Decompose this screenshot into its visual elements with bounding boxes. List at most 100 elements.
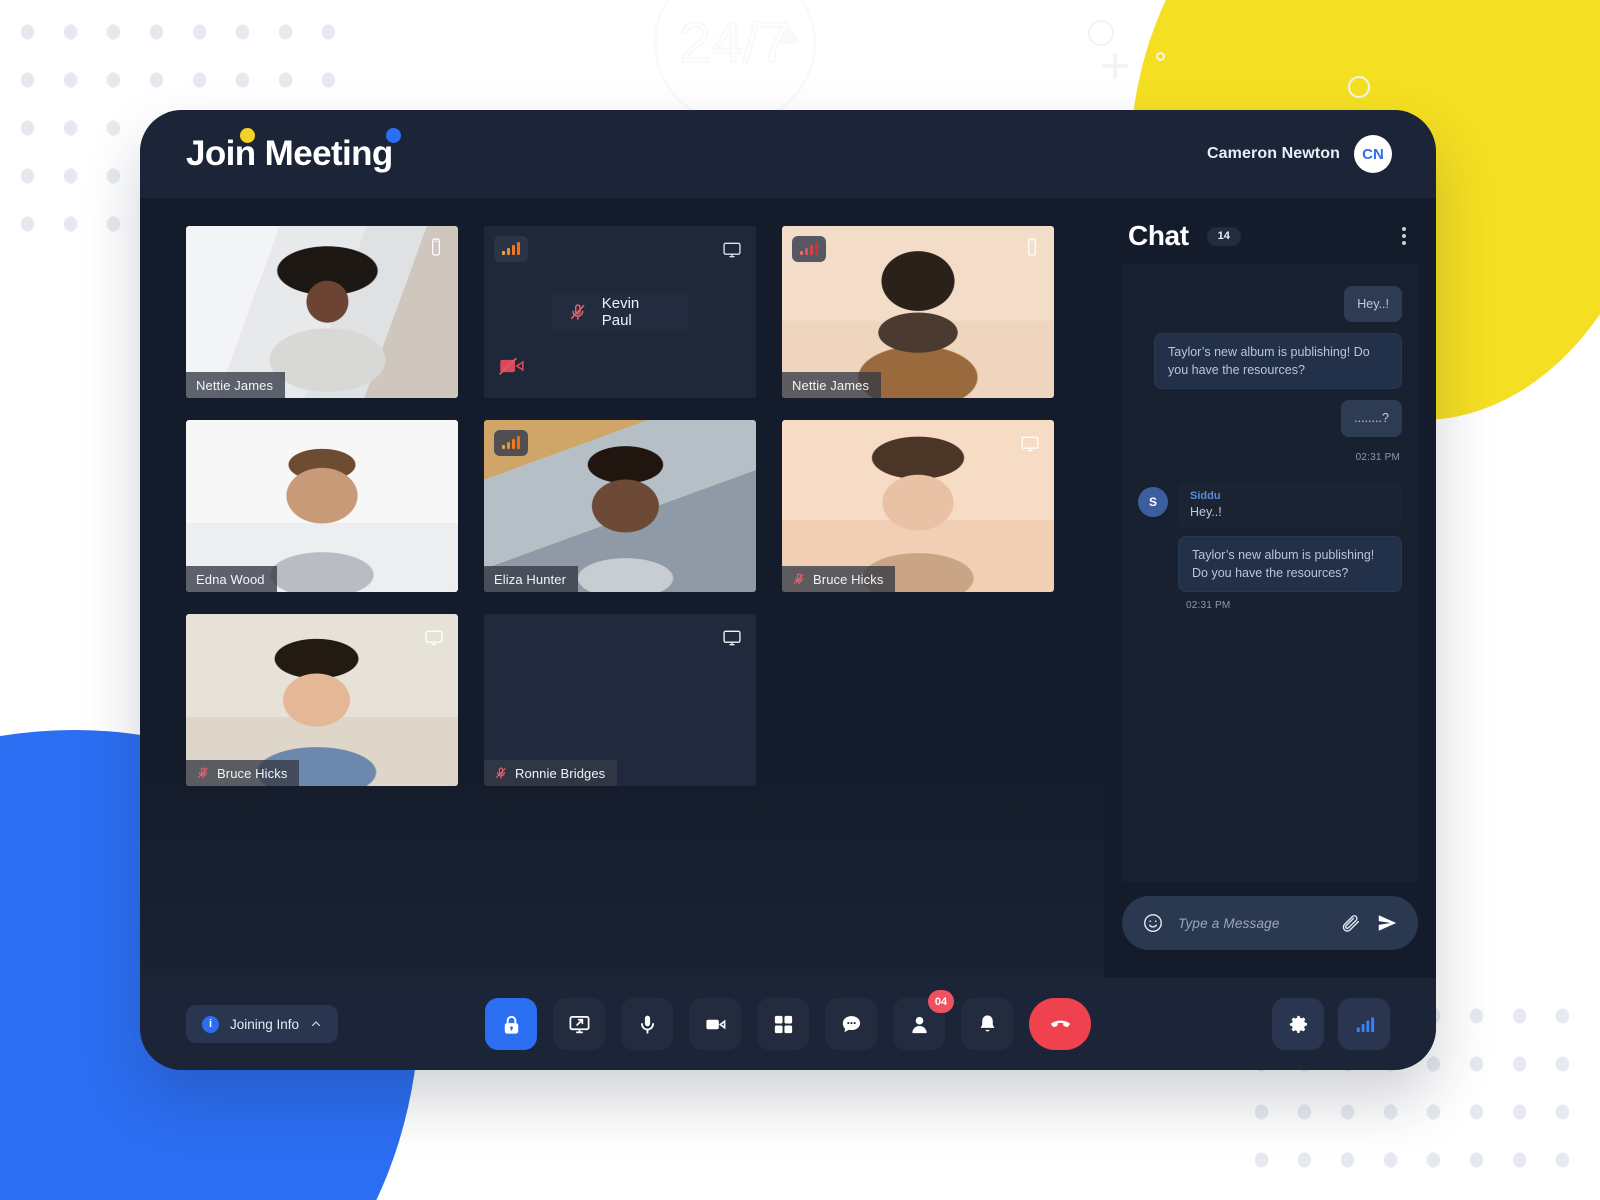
message-incoming: S Siddu Hey..! Taylor’s new album is pub… xyxy=(1138,482,1402,592)
participant-tile[interactable]: Bruce Hicks xyxy=(186,614,458,786)
message-composer[interactable]: Type a Message xyxy=(1122,896,1418,950)
microphone-muted-icon xyxy=(568,301,588,323)
screenshot-root: 24/7 + Join Meeting Cameron Newton CN Ne… xyxy=(0,0,1600,1200)
participant-tile[interactable]: Kevin Paul xyxy=(484,226,756,398)
info-icon: i xyxy=(202,1015,219,1033)
monitor-icon xyxy=(1020,434,1040,454)
chat-header: Chat 14 xyxy=(1122,198,1418,264)
grid-view-button[interactable] xyxy=(757,998,809,1050)
participant-tile[interactable]: Nettie James xyxy=(782,226,1054,398)
joining-info-label: Joining Info xyxy=(230,1016,300,1032)
joining-info-button[interactable]: i Joining Info xyxy=(186,1005,339,1043)
app-logo: Join Meeting xyxy=(186,128,401,174)
chat-panel: Chat 14 Hey..! Taylor’s new album is pub… xyxy=(1104,198,1436,978)
plus-decoration: + xyxy=(1100,37,1131,95)
logo-dot-yellow xyxy=(240,128,255,143)
message-outgoing: Taylor’s new album is publishing! Do you… xyxy=(1138,333,1402,390)
current-user[interactable]: Cameron Newton CN xyxy=(1207,135,1392,173)
avatar[interactable]: CN xyxy=(1354,135,1392,173)
participant-name-bar: Bruce Hicks xyxy=(782,566,896,592)
message-text: Hey..! xyxy=(1344,286,1402,323)
share-screen-button[interactable] xyxy=(553,998,605,1050)
meeting-app-window: Join Meeting Cameron Newton CN Nettie Ja… xyxy=(140,110,1436,1070)
participant-name: Edna Wood xyxy=(196,571,265,587)
send-icon[interactable] xyxy=(1376,912,1398,934)
message-timestamp: 02:31 PM xyxy=(1186,599,1231,611)
participant-tile[interactable]: Bruce Hicks xyxy=(782,420,1054,592)
participants-badge: 04 xyxy=(928,990,954,1013)
participant-name-bar: Ronnie Bridges xyxy=(484,760,618,786)
participant-name-bar: Eliza Hunter xyxy=(484,566,579,592)
notifications-button[interactable] xyxy=(961,998,1013,1050)
mobile-icon xyxy=(1022,237,1042,257)
participant-name: Nettie James xyxy=(196,377,274,393)
participant-tile[interactable]: Ronnie Bridges xyxy=(484,614,756,786)
message-bubble: Siddu Hey..! xyxy=(1178,482,1402,528)
circle-decoration-3 xyxy=(1156,52,1165,61)
participant-name: Bruce Hicks xyxy=(813,571,884,587)
signal-bars-icon xyxy=(494,236,528,262)
chat-more-options-icon[interactable] xyxy=(1396,221,1412,251)
message-outgoing: Hey..! xyxy=(1138,286,1402,323)
participant-name-bar: Edna Wood xyxy=(186,566,277,592)
monitor-icon xyxy=(424,628,444,648)
participant-grid: Nettie James Kevin Paul Nettie James Edn… xyxy=(186,226,1074,786)
participant-name-bar: Bruce Hicks xyxy=(186,760,300,786)
network-button[interactable] xyxy=(1338,998,1390,1050)
message-text: Hey..! xyxy=(1190,504,1222,519)
top-bar: Join Meeting Cameron Newton CN xyxy=(140,110,1436,198)
message-text: ........? xyxy=(1341,400,1402,437)
message-group: Siddu Hey..! Taylor’s new album is publi… xyxy=(1178,482,1402,592)
participant-name: Kevin Paul xyxy=(601,295,640,329)
settings-button[interactable] xyxy=(1272,998,1324,1050)
call-controls: 04 xyxy=(485,990,1091,1050)
monitor-icon xyxy=(722,240,742,260)
message-timestamp: 02:31 PM xyxy=(1355,451,1400,463)
message-text: Taylor’s new album is publishing! Do you… xyxy=(1178,535,1402,592)
circle-decoration-2 xyxy=(1348,76,1370,98)
message-text: Taylor’s new album is publishing! Do you… xyxy=(1154,333,1402,390)
participant-name: Ronnie Bridges xyxy=(515,765,606,781)
participant-name: Nettie James xyxy=(792,377,870,393)
monitor-icon xyxy=(722,628,742,648)
emoji-icon[interactable] xyxy=(1142,912,1164,934)
participant-tile[interactable]: Eliza Hunter xyxy=(484,420,756,592)
attachment-icon[interactable] xyxy=(1340,912,1362,934)
page-title: Join Meeting xyxy=(186,134,393,173)
participant-name-bar: Nettie James xyxy=(782,372,882,398)
participant-tile[interactable]: Edna Wood xyxy=(186,420,458,592)
app-body: Nettie James Kevin Paul Nettie James Edn… xyxy=(140,198,1436,978)
camera-off-name-pill: Kevin Paul xyxy=(552,293,688,331)
svg-text:24/7: 24/7 xyxy=(680,11,791,75)
signal-bars-icon xyxy=(792,236,826,262)
message-sender: Siddu xyxy=(1190,489,1221,502)
message-input[interactable]: Type a Message xyxy=(1178,916,1326,931)
secondary-controls xyxy=(1272,998,1390,1050)
participant-name: Bruce Hicks xyxy=(217,765,288,781)
microphone-button[interactable] xyxy=(621,998,673,1050)
participants-button[interactable]: 04 xyxy=(893,990,954,1050)
chat-unread-badge: 14 xyxy=(1206,226,1241,246)
message-outgoing: ........? xyxy=(1138,400,1402,437)
mobile-icon xyxy=(426,237,446,257)
lock-button[interactable] xyxy=(485,998,537,1050)
microphone-muted-icon xyxy=(494,765,508,781)
chat-button[interactable] xyxy=(825,998,877,1050)
avatar: S xyxy=(1138,486,1168,517)
participant-name-bar: Nettie James xyxy=(186,372,286,398)
end-call-button[interactable] xyxy=(1029,998,1091,1050)
user-name-label: Cameron Newton xyxy=(1207,145,1340,162)
participant-name: Eliza Hunter xyxy=(494,571,567,587)
chat-title: Chat xyxy=(1128,220,1189,251)
chat-messages[interactable]: Hey..! Taylor’s new album is publishing!… xyxy=(1122,264,1418,882)
microphone-muted-icon xyxy=(792,571,806,587)
video-stage: Nettie James Kevin Paul Nettie James Edn… xyxy=(140,198,1104,978)
camera-off-icon xyxy=(499,356,525,376)
logo-dot-blue xyxy=(386,128,401,143)
signal-bars-icon xyxy=(494,430,528,456)
microphone-muted-icon xyxy=(196,765,210,781)
participant-tile[interactable]: Nettie James xyxy=(186,226,458,398)
circle-decoration-1 xyxy=(1088,20,1114,46)
bottom-toolbar: i Joining Info 04 xyxy=(140,978,1436,1070)
video-button[interactable] xyxy=(689,998,741,1050)
